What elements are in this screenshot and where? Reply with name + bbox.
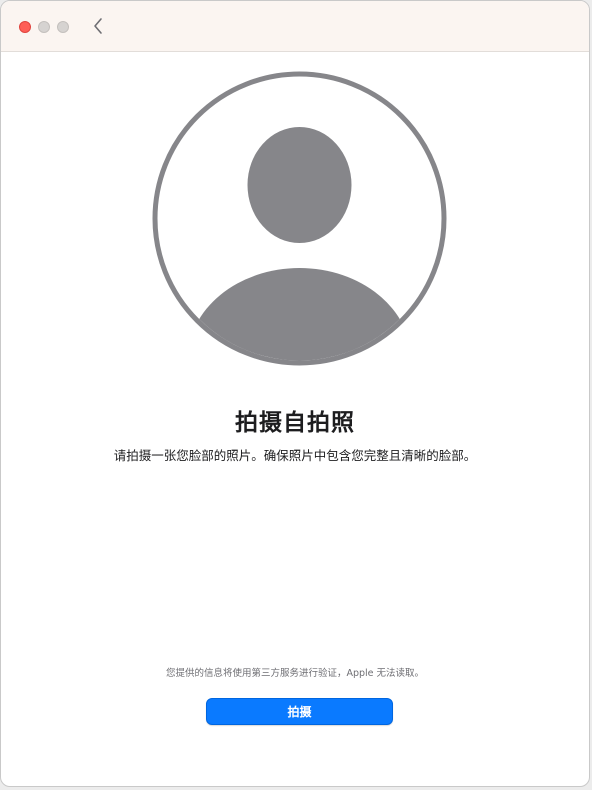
page-subtitle: 请拍摄一张您脸部的照片。确保照片中包含您完整且清晰的脸部。 — [113, 448, 477, 463]
minimize-window-button[interactable] — [38, 21, 50, 33]
title-bar — [1, 1, 589, 52]
app-window: 拍摄自拍照 请拍摄一张您脸部的照片。确保照片中包含您完整且清晰的脸部。 您提供的… — [0, 0, 590, 787]
person-silhouette-icon — [152, 71, 447, 366]
chevron-left-icon — [94, 18, 102, 34]
capture-button[interactable]: 拍摄 — [206, 698, 393, 725]
close-window-button[interactable] — [19, 21, 31, 33]
back-button[interactable] — [87, 14, 109, 38]
page-title: 拍摄自拍照 — [235, 410, 355, 436]
privacy-note: 您提供的信息将使用第三方服务进行验证，Apple 无法读取。 — [165, 668, 425, 679]
zoom-window-button[interactable] — [57, 21, 69, 33]
